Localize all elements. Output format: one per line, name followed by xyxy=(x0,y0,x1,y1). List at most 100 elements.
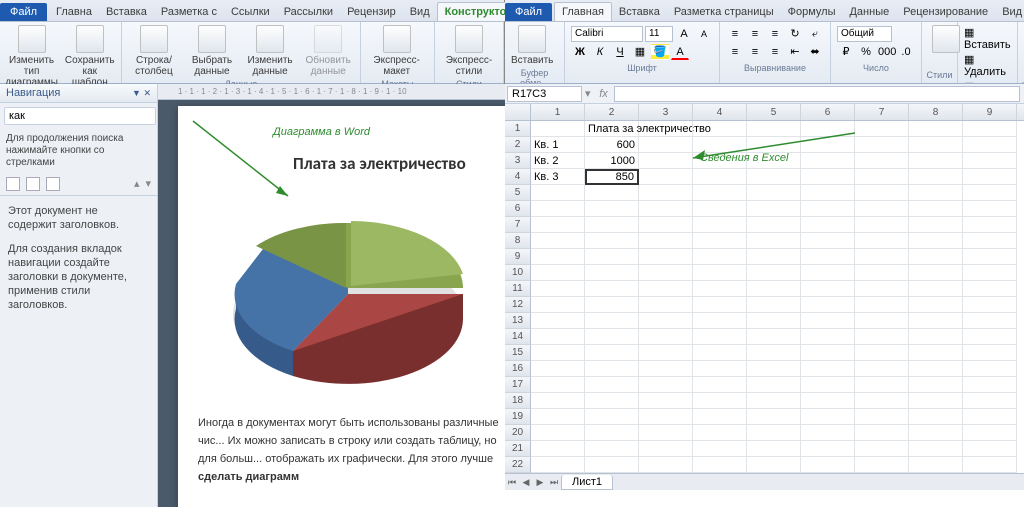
formula-input[interactable] xyxy=(614,86,1020,102)
cell[interactable] xyxy=(747,137,801,153)
cell[interactable] xyxy=(693,441,747,457)
cell[interactable] xyxy=(693,233,747,249)
cell[interactable] xyxy=(855,393,909,409)
fill-color-icon[interactable]: 🪣 xyxy=(651,44,669,60)
wrap-icon[interactable]: ⤶ xyxy=(806,26,824,42)
row-header[interactable]: 13 xyxy=(505,313,531,329)
namebox-dropdown-icon[interactable]: ▾ xyxy=(582,87,594,100)
cell[interactable] xyxy=(531,297,585,313)
cell[interactable] xyxy=(855,409,909,425)
italic-button[interactable]: К xyxy=(591,44,609,60)
cell[interactable] xyxy=(909,185,963,201)
cell[interactable] xyxy=(963,425,1017,441)
cell[interactable]: Кв. 2 xyxy=(531,153,585,169)
row-header[interactable]: 15 xyxy=(505,345,531,361)
cell[interactable] xyxy=(585,345,639,361)
cell[interactable] xyxy=(855,297,909,313)
cell[interactable] xyxy=(855,441,909,457)
cell[interactable] xyxy=(747,169,801,185)
row-header[interactable]: 10 xyxy=(505,265,531,281)
fx-icon[interactable]: fx xyxy=(594,88,614,100)
row-header[interactable]: 1 xyxy=(505,121,531,137)
cell[interactable] xyxy=(747,361,801,377)
cell[interactable] xyxy=(909,265,963,281)
cell[interactable] xyxy=(963,169,1017,185)
cell[interactable] xyxy=(855,377,909,393)
cell[interactable] xyxy=(639,297,693,313)
cell[interactable] xyxy=(909,425,963,441)
row-header[interactable]: 14 xyxy=(505,329,531,345)
cell[interactable] xyxy=(639,121,693,137)
cell[interactable] xyxy=(585,297,639,313)
cell[interactable] xyxy=(801,137,855,153)
sheet-nav-prev-icon[interactable]: ◀ xyxy=(519,477,533,488)
cell[interactable] xyxy=(747,185,801,201)
cell[interactable] xyxy=(963,313,1017,329)
number-format-select[interactable]: Общий xyxy=(837,26,892,42)
col-header[interactable]: 3 xyxy=(639,104,693,120)
cell[interactable] xyxy=(639,169,693,185)
cell[interactable] xyxy=(801,265,855,281)
font-size-select[interactable]: 11 xyxy=(645,26,673,42)
row-header[interactable]: 2 xyxy=(505,137,531,153)
cell[interactable] xyxy=(747,233,801,249)
cell[interactable] xyxy=(963,137,1017,153)
cell[interactable] xyxy=(963,393,1017,409)
cell[interactable] xyxy=(855,329,909,345)
cell[interactable] xyxy=(693,121,747,137)
cell[interactable] xyxy=(963,457,1017,473)
delete-cells-button[interactable]: ▦ Удалить xyxy=(964,53,1011,78)
excel-tab-insert[interactable]: Вставка xyxy=(612,3,667,21)
cell[interactable] xyxy=(747,281,801,297)
align-mid-icon[interactable]: ≡ xyxy=(746,26,764,42)
excel-tab-file[interactable]: Файл xyxy=(505,3,552,21)
cell[interactable] xyxy=(585,425,639,441)
cell[interactable] xyxy=(801,233,855,249)
cell[interactable] xyxy=(639,313,693,329)
col-header[interactable]: 1 xyxy=(531,104,585,120)
currency-icon[interactable]: ₽ xyxy=(837,44,855,60)
nav-search-input[interactable] xyxy=(4,107,156,125)
cell[interactable] xyxy=(693,297,747,313)
comma-icon[interactable]: 000 xyxy=(877,44,895,60)
cell[interactable] xyxy=(747,265,801,281)
cell[interactable] xyxy=(531,265,585,281)
cell[interactable] xyxy=(801,345,855,361)
cell[interactable] xyxy=(963,185,1017,201)
cell[interactable] xyxy=(855,201,909,217)
cell[interactable] xyxy=(531,121,585,137)
col-header[interactable]: 9 xyxy=(963,104,1017,120)
cell[interactable] xyxy=(963,441,1017,457)
cell[interactable] xyxy=(909,409,963,425)
cell[interactable] xyxy=(585,441,639,457)
nav-next-icon[interactable]: ▾ xyxy=(145,177,151,191)
cell[interactable] xyxy=(963,329,1017,345)
cell[interactable] xyxy=(531,457,585,473)
cell[interactable] xyxy=(801,185,855,201)
cell[interactable]: 600 xyxy=(585,137,639,153)
row-header[interactable]: 5 xyxy=(505,185,531,201)
page[interactable]: Диаграмма в Word Плата за электричество … xyxy=(178,106,505,507)
sheet-nav-next-icon[interactable]: ▶ xyxy=(533,477,547,488)
cell[interactable] xyxy=(801,329,855,345)
grow-font-icon[interactable]: A xyxy=(675,26,693,42)
cell[interactable] xyxy=(639,137,693,153)
cell[interactable] xyxy=(747,457,801,473)
cell[interactable] xyxy=(801,217,855,233)
bold-button[interactable]: Ж xyxy=(571,44,589,60)
cell[interactable] xyxy=(963,249,1017,265)
row-header[interactable]: 19 xyxy=(505,409,531,425)
cell[interactable] xyxy=(963,361,1017,377)
align-center-icon[interactable]: ≡ xyxy=(746,44,764,60)
cell[interactable] xyxy=(639,201,693,217)
sheet-tab[interactable]: Лист1 xyxy=(561,475,613,490)
cell[interactable] xyxy=(693,313,747,329)
cell[interactable] xyxy=(909,297,963,313)
cell[interactable] xyxy=(801,457,855,473)
cell[interactable] xyxy=(747,345,801,361)
express-styles-button[interactable]: Экспресс-стили xyxy=(439,24,499,78)
cell[interactable] xyxy=(963,409,1017,425)
row-header[interactable]: 22 xyxy=(505,457,531,473)
spreadsheet[interactable]: 1 2 3 4 5 6 7 8 9 1Плата за электричеств… xyxy=(505,104,1024,490)
cell[interactable] xyxy=(909,233,963,249)
